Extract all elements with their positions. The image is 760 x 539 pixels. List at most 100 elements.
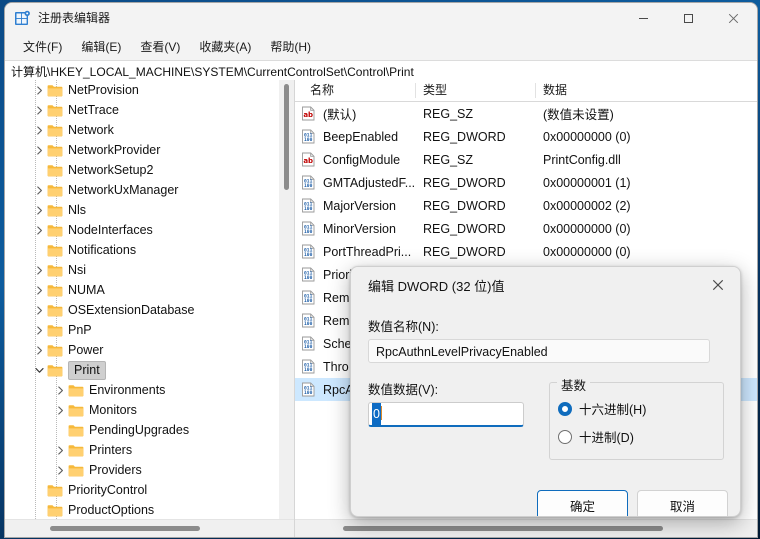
value-name-input[interactable]: RpcAuthnLevelPrivacyEnabled: [368, 339, 710, 363]
tree-item-nodeinterfaces[interactable]: NodeInterfaces: [5, 220, 294, 240]
value-data: 0x00000000 (0): [543, 221, 631, 236]
value-name: ConfigModule: [323, 152, 401, 167]
chevron-right-icon[interactable]: [52, 460, 68, 480]
svg-text:ab: ab: [303, 157, 313, 165]
value-name-label: 数值名称(N):: [368, 320, 439, 334]
minimize-button[interactable]: [621, 3, 666, 34]
folder-icon: [47, 104, 63, 117]
tree-item-label: Notifications: [68, 243, 137, 257]
value-row[interactable]: 011 100 BeepEnabled REG_DWORD 0x00000000 (0): [295, 125, 757, 148]
chevron-right-icon[interactable]: [31, 100, 47, 120]
chevron-right-icon[interactable]: [31, 260, 47, 280]
value-horizontal-scrollbar[interactable]: [295, 519, 757, 537]
value-name: Rem: [323, 290, 350, 305]
chevron-right-icon[interactable]: [31, 180, 47, 200]
folder-icon: [68, 464, 84, 477]
tree-item-pnp[interactable]: PnP: [5, 320, 294, 340]
value-row[interactable]: 011 100 PortThreadPri... REG_DWORD 0x0000000…: [295, 240, 757, 263]
menu-bar: 文件(F) 编辑(E) 查看(V) 收藏夹(A) 帮助(H): [5, 35, 757, 59]
chevron-right-icon[interactable]: [31, 200, 47, 220]
column-header-name[interactable]: 名称: [303, 83, 334, 98]
close-button[interactable]: [711, 3, 756, 34]
value-row[interactable]: ab (默认) REG_SZ (数值未设置): [295, 102, 757, 125]
chevron-right-icon[interactable]: [31, 300, 47, 320]
tree-item-power[interactable]: Power: [5, 340, 294, 360]
chevron-right-icon[interactable]: [31, 220, 47, 240]
tree-item-networksetup2[interactable]: NetworkSetup2: [5, 160, 294, 180]
value-data-input[interactable]: 0: [368, 402, 524, 427]
tree-item-prioritycontrol[interactable]: PriorityControl: [5, 480, 294, 500]
tree-item-label: Nls: [68, 203, 87, 217]
tree-vertical-scroll-thumb[interactable]: [284, 84, 289, 190]
chevron-right-icon[interactable]: [31, 80, 47, 100]
chevron-right-icon[interactable]: [52, 380, 68, 400]
dialog-title-bar: 编辑 DWORD (32 位)值: [351, 267, 740, 302]
tree-item-networkuxmanager[interactable]: NetworkUxManager: [5, 180, 294, 200]
menu-favorites[interactable]: 收藏夹(A): [190, 37, 260, 57]
value-type: REG_SZ: [423, 152, 474, 167]
tree-item-productoptions[interactable]: ProductOptions: [5, 500, 294, 519]
tree-item-environments[interactable]: Environments: [5, 380, 294, 400]
string-value-icon: ab: [301, 106, 317, 122]
tree-item-nettrace[interactable]: NetTrace: [5, 100, 294, 120]
tree-item-label: Nsi: [68, 263, 87, 277]
value-row[interactable]: 011 100 GMTAdjustedF... REG_DWORD 0x00000001…: [295, 171, 757, 194]
chevron-right-icon[interactable]: [31, 340, 47, 360]
column-header-type[interactable]: 类型: [415, 83, 447, 98]
tree-item-label: ProductOptions: [68, 503, 155, 517]
radio-hexadecimal[interactable]: 十六进制(H): [558, 399, 646, 418]
cancel-button[interactable]: 取消: [637, 490, 728, 516]
folder-icon: [68, 444, 84, 457]
base-group-label: 基数: [557, 375, 591, 394]
menu-help[interactable]: 帮助(H): [261, 37, 320, 57]
chevron-right-icon[interactable]: [31, 280, 47, 300]
tree-item-providers[interactable]: Providers: [5, 460, 294, 480]
tree-item-networkprovider[interactable]: NetworkProvider: [5, 140, 294, 160]
tree-item-print[interactable]: Print: [5, 360, 294, 380]
tree-item-osextensiondatabase[interactable]: OSExtensionDatabase: [5, 300, 294, 320]
folder-icon: [47, 84, 63, 97]
maximize-button[interactable]: [666, 3, 711, 34]
value-row[interactable]: 011 100 MinorVersion REG_DWORD 0x00000000 (0…: [295, 217, 757, 240]
tree-item-label: Providers: [89, 463, 142, 477]
menu-file[interactable]: 文件(F): [14, 37, 71, 57]
tree-item-netprovision[interactable]: NetProvision: [5, 80, 294, 100]
value-data: PrintConfig.dll: [543, 152, 621, 167]
svg-text:100: 100: [304, 183, 313, 189]
tree-item-printers[interactable]: Printers: [5, 440, 294, 460]
value-row[interactable]: ab ConfigModule REG_SZ PrintConfig.dll: [295, 148, 757, 171]
chevron-right-icon[interactable]: [31, 120, 47, 140]
chevron-right-icon[interactable]: [31, 320, 47, 340]
chevron-down-icon[interactable]: [31, 360, 47, 380]
tree-item-notifications[interactable]: Notifications: [5, 240, 294, 260]
chevron-right-icon[interactable]: [31, 140, 47, 160]
column-header-data[interactable]: 数据: [535, 83, 567, 98]
tree-item-nsi[interactable]: Nsi: [5, 260, 294, 280]
chevron-right-icon[interactable]: [52, 400, 68, 420]
menu-view[interactable]: 查看(V): [131, 37, 189, 57]
registry-path: 计算机\HKEY_LOCAL_MACHINE\SYSTEM\CurrentCon…: [11, 65, 414, 79]
text-caret: [380, 406, 382, 420]
chevron-right-icon[interactable]: [52, 440, 68, 460]
radio-decimal[interactable]: 十进制(D): [558, 427, 634, 446]
tree-horizontal-scroll-thumb[interactable]: [50, 526, 200, 531]
folder-icon: [47, 124, 63, 137]
value-row[interactable]: 011 100 MajorVersion REG_DWORD 0x00000002 (2…: [295, 194, 757, 217]
tree-item-numa[interactable]: NUMA: [5, 280, 294, 300]
tree-item-monitors[interactable]: Monitors: [5, 400, 294, 420]
tree-horizontal-scrollbar[interactable]: [5, 519, 294, 537]
value-type: REG_DWORD: [423, 198, 506, 213]
tree-item-pendingupgrades[interactable]: PendingUpgrades: [5, 420, 294, 440]
dword-value-icon: 011 100: [301, 290, 317, 306]
value-horizontal-scroll-thumb[interactable]: [343, 526, 663, 531]
ok-button[interactable]: 确定: [537, 490, 628, 516]
tree-vertical-scrollbar[interactable]: [279, 80, 294, 519]
dialog-close-button[interactable]: [696, 267, 740, 302]
svg-text:100: 100: [304, 344, 313, 350]
maximize-icon: [684, 14, 693, 23]
tree-item-network[interactable]: Network: [5, 120, 294, 140]
tree-item-nls[interactable]: Nls: [5, 200, 294, 220]
chevron-right-icon: [31, 500, 47, 519]
menu-edit[interactable]: 编辑(E): [72, 37, 130, 57]
tree-item-label: NodeInterfaces: [68, 223, 153, 237]
